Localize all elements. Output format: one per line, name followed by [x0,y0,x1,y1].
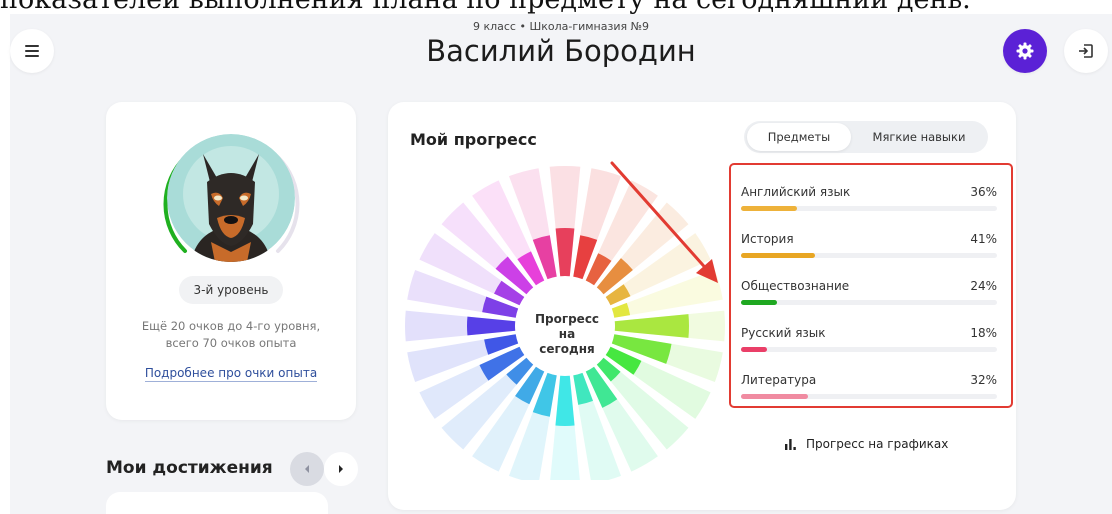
achievements-next-button[interactable] [324,452,358,486]
subject-name: Обществознание [741,279,850,293]
profile-card: 3-й уровень Ещё 20 очков до 4-го уровня,… [106,102,356,420]
xp-info-link-row: Подробнее про очки опыта [106,366,356,382]
highlight-arrow [610,161,718,283]
subject-progress-track [741,206,997,211]
student-name: Василий Бородин [426,34,696,68]
subject-progress-track [741,300,997,305]
subject-progress-fill [741,253,816,258]
level-hint: Ещё 20 очков до 4-го уровня, всего 70 оч… [106,318,356,352]
radial-center-label: Прогресс на сегодня [529,312,605,357]
gear-icon [1016,42,1034,60]
tab-subjects[interactable]: Предметы [747,123,851,151]
logout-icon [1079,44,1093,58]
class-school-subtitle: 9 класс • Школа-гимназия №9 [472,20,650,33]
subject-row[interactable]: Русский язык 18% [741,326,997,366]
subject-percent: 32% [970,373,997,387]
subject-name: Английский язык [741,185,851,199]
subject-row[interactable]: История 41% [741,232,997,272]
subjects-list-highlight: Английский язык 36% История 41% Обществознан… [729,163,1013,408]
subject-progress-fill [741,394,808,399]
subject-progress-fill [741,300,777,305]
subject-row[interactable]: Литература 32% [741,373,997,413]
bar-chart-icon [785,439,796,450]
subject-percent: 41% [970,232,997,246]
level-hint-line2: всего 70 очков опыта [165,336,297,350]
progress-title: Мой прогресс [410,130,537,149]
logout-button[interactable] [1064,29,1108,73]
radial-segment-progress [614,314,689,338]
progress-charts-label: Прогресс на графиках [806,437,949,451]
page: показателей выполнения плана по предмету… [0,0,1112,514]
progress-charts-link[interactable]: Прогресс на графиках [784,437,948,451]
subject-progress-fill [741,347,767,352]
chevron-right-icon [339,465,343,473]
achievements-title: Мои достижения [106,458,273,478]
subject-percent: 24% [970,279,997,293]
progress-tabs: Предметы Мягкие навыки [744,121,988,153]
subject-name: Литература [741,373,817,387]
subject-progress-track [741,394,997,399]
document-caption: показателей выполнения плана по предмету… [0,0,1112,15]
tab-soft-skills[interactable]: Мягкие навыки [854,123,984,151]
achievements-prev-button[interactable] [290,452,324,486]
radial-center-line2: на сегодня [539,327,595,356]
settings-button[interactable] [1003,29,1047,73]
radial-segment-progress [555,227,575,277]
subject-progress-fill [741,206,798,211]
avatar [167,134,295,262]
chevron-left-icon [305,465,309,473]
level-badge: 3-й уровень [179,276,283,304]
radial-segment-progress [467,316,516,336]
subject-percent: 18% [970,326,997,340]
subject-percent: 36% [970,185,997,199]
radial-segment-progress [611,302,631,318]
radial-center-line1: Прогресс [534,312,600,326]
radial-segment-progress [555,375,575,426]
subject-progress-track [741,253,997,258]
subject-name: История [741,232,794,246]
level-hint-line1: Ещё 20 очков до 4-го уровня, [141,319,321,333]
subject-row[interactable]: Обществознание 24% [741,279,997,319]
achievement-card[interactable] [106,492,328,514]
subject-name: Русский язык [741,326,826,340]
xp-info-link[interactable]: Подробнее про очки опыта [144,366,318,382]
subject-progress-track [741,347,997,352]
subject-row[interactable]: Английский язык 36% [741,185,997,225]
